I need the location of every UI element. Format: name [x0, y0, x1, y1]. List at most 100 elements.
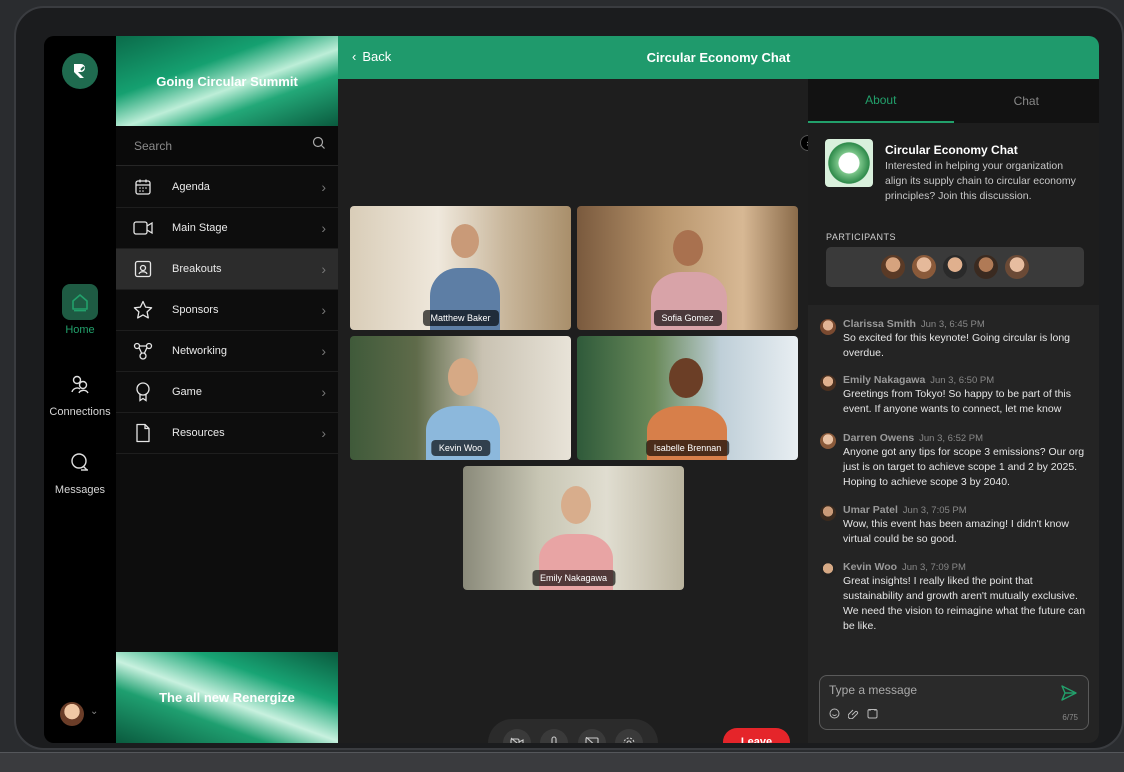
chat-message: Umar Patel Jun 3, 7:05 PM Wow, this even…: [820, 504, 1092, 547]
chevron-right-icon: ›: [321, 220, 326, 236]
video-tile[interactable]: Kevin Woo: [350, 336, 571, 460]
messages-icon: [62, 444, 98, 480]
sidebar-item-label: Main Stage: [172, 222, 228, 234]
event-sidebar: Going Circular Summit Agenda › Main Stag…: [116, 36, 338, 743]
networking-icon: [132, 340, 154, 362]
chat-message: Clarissa Smith Jun 3, 6:45 PM So excited…: [820, 318, 1092, 361]
chevron-right-icon: ›: [321, 343, 326, 359]
camera-off-icon[interactable]: [502, 729, 531, 743]
sidebar-item-breakouts[interactable]: Breakouts ›: [116, 249, 338, 290]
trophy-icon: [132, 381, 154, 403]
sidebar-item-sponsors[interactable]: Sponsors ›: [116, 290, 338, 331]
chat-message: Emily Nakagawa Jun 3, 6:50 PM Greetings …: [820, 374, 1092, 417]
calendar-icon: [132, 176, 154, 198]
leave-button[interactable]: Leave: [723, 728, 790, 743]
rail-connections-label: Connections: [49, 406, 111, 418]
participant-name: Kevin Woo: [430, 440, 491, 456]
nav-rail: Home Connections Messages ⌄: [44, 36, 116, 743]
message-text: Wow, this event has been amazing! I didn…: [843, 518, 1069, 545]
avatar: [820, 375, 836, 391]
rail-home-label: Home: [65, 324, 95, 336]
video-icon: [132, 217, 154, 239]
chat-message: Kevin Woo Jun 3, 7:09 PM Great insights!…: [820, 561, 1092, 634]
chevron-right-icon: ›: [321, 302, 326, 318]
room-about-title: Circular Economy Chat: [885, 143, 1018, 157]
app-logo: [62, 53, 98, 89]
microphone-icon[interactable]: [540, 729, 569, 743]
star-icon: [132, 299, 154, 321]
sidebar-item-label: Agenda: [172, 181, 210, 193]
room-thumbnail: [825, 139, 873, 187]
tab-about[interactable]: About: [808, 79, 954, 123]
back-button[interactable]: ‹ Back: [352, 49, 391, 64]
rail-connections[interactable]: Connections: [44, 366, 116, 418]
user-avatar[interactable]: [60, 702, 84, 726]
message-time: Jun 3, 6:52 PM: [919, 433, 984, 444]
sidebar-item-label: Sponsors: [172, 304, 219, 316]
room-about: Circular Economy Chat Interested in help…: [808, 123, 1099, 305]
promo-banner[interactable]: The all new Renergize: [116, 652, 338, 743]
sidebar-item-resources[interactable]: Resources ›: [116, 413, 338, 454]
participant-name: Emily Nakagawa: [531, 570, 616, 586]
avatar[interactable]: [881, 255, 905, 279]
settings-icon[interactable]: [615, 729, 644, 743]
screen-share-off-icon[interactable]: [577, 729, 606, 743]
participants-list[interactable]: [826, 247, 1084, 287]
room-header: ‹ Back Circular Economy Chat: [338, 36, 1099, 79]
sidebar-item-main-stage[interactable]: Main Stage ›: [116, 208, 338, 249]
search-input[interactable]: [134, 138, 312, 153]
video-tile[interactable]: Matthew Baker: [350, 206, 571, 330]
event-banner: Going Circular Summit: [116, 36, 338, 126]
sidebar-search: [116, 126, 338, 166]
avatar[interactable]: [912, 255, 936, 279]
message-text: Anyone got any tips for scope 3 emission…: [843, 446, 1085, 488]
chevron-left-icon: ‹: [352, 49, 357, 64]
message-input[interactable]: [829, 683, 1049, 697]
message-time: Jun 3, 7:05 PM: [902, 505, 967, 516]
message-time: Jun 3, 6:50 PM: [930, 375, 995, 386]
attachment-icon[interactable]: [847, 706, 859, 724]
tab-chat[interactable]: Chat: [954, 79, 1100, 123]
chat-messages: Clarissa Smith Jun 3, 6:45 PM So excited…: [808, 305, 1099, 695]
avatar[interactable]: [974, 255, 998, 279]
call-controls: [488, 719, 658, 743]
sidebar-item-networking[interactable]: Networking ›: [116, 331, 338, 372]
gif-icon[interactable]: [867, 706, 878, 724]
composer-tools: [829, 706, 878, 724]
room-description: Interested in helping your organization …: [885, 160, 1076, 202]
sender-name: Umar Patel: [843, 504, 898, 516]
video-tile[interactable]: Isabelle Brennan: [577, 336, 798, 460]
sidebar-menu: Agenda › Main Stage › Breakouts › Sponso…: [116, 167, 338, 454]
sidebar-item-game[interactable]: Game ›: [116, 372, 338, 413]
sidebar-item-label: Breakouts: [172, 263, 222, 275]
sidebar-item-label: Networking: [172, 345, 228, 357]
participant-name: Isabelle Brennan: [645, 440, 730, 456]
app-screen: Home Connections Messages ⌄ Going Circul…: [44, 36, 1099, 743]
sender-name: Kevin Woo: [843, 561, 898, 573]
video-tile[interactable]: Sofia Gomez: [577, 206, 798, 330]
breakouts-icon: [132, 258, 154, 280]
video-tile[interactable]: Emily Nakagawa: [463, 466, 684, 590]
video-stage: Matthew Baker Sofia Gomez Kevin Woo Isab…: [338, 79, 808, 743]
emoji-icon[interactable]: [829, 706, 840, 724]
chevron-down-icon[interactable]: ⌄: [90, 706, 98, 717]
message-text: So excited for this keynote! Going circu…: [843, 332, 1071, 359]
avatar: [820, 319, 836, 335]
home-icon: [62, 284, 98, 320]
avatar[interactable]: [943, 255, 967, 279]
sidebar-item-agenda[interactable]: Agenda ›: [116, 167, 338, 208]
document-icon: [132, 422, 154, 444]
message-time: Jun 3, 6:45 PM: [920, 319, 985, 330]
device-base: [0, 752, 1124, 772]
search-icon[interactable]: [312, 136, 326, 155]
chevron-right-icon: ›: [321, 261, 326, 277]
event-title: Going Circular Summit: [156, 73, 298, 89]
panel-tabs: About Chat: [808, 79, 1099, 123]
chat-message: Darren Owens Jun 3, 6:52 PM Anyone got a…: [820, 432, 1092, 490]
chevron-right-icon: ›: [321, 384, 326, 400]
rail-messages[interactable]: Messages: [44, 444, 116, 496]
message-composer: 6/75: [819, 675, 1089, 730]
avatar[interactable]: [1005, 255, 1029, 279]
send-icon[interactable]: [1060, 684, 1078, 707]
rail-home[interactable]: Home: [44, 284, 116, 336]
